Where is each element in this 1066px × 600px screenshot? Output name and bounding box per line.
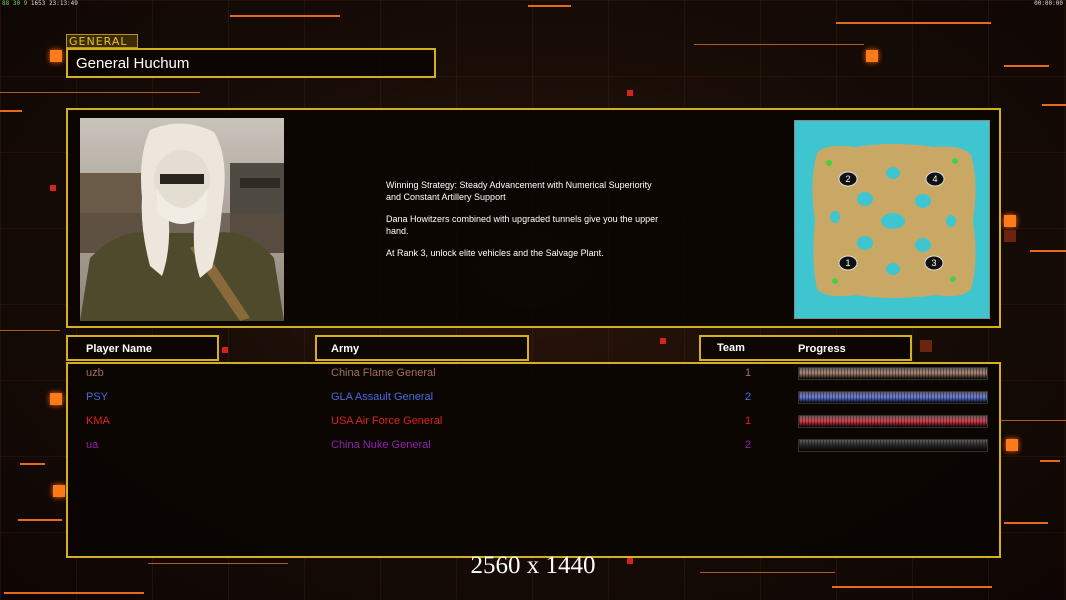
deco-square [660, 338, 666, 344]
team-header-label: Team [717, 342, 745, 354]
start-position-4[interactable]: 4 [925, 171, 945, 187]
player-army: China Flame General [331, 367, 436, 379]
start-position-2[interactable]: 2 [838, 171, 858, 187]
deco-square [50, 50, 62, 62]
strategy-line-2: Dana Howitzers combined with upgraded tu… [386, 214, 659, 236]
general-name-box: General Huchum [66, 48, 436, 78]
deco-square [1004, 215, 1016, 227]
player-team: 2 [745, 391, 752, 403]
player-row[interactable]: PSY GLA Assault General 2 [0, 388, 1066, 408]
game-clock: 00:00:00 [1034, 0, 1063, 7]
deco-line [694, 44, 864, 45]
general-portrait [80, 118, 284, 321]
deco-line [18, 519, 62, 521]
deco-line [836, 22, 991, 24]
player-row[interactable]: uzb China Flame General 1 [0, 364, 1066, 384]
fps-value: 88 30 9 [2, 0, 28, 7]
status-time: 23:13:49 [49, 0, 78, 7]
resolution-label: 2560 x 1440 [470, 552, 596, 579]
player-name: uzb [86, 367, 104, 379]
player-name: ua [86, 439, 99, 451]
map-image: 2 4 1 3 [795, 121, 989, 318]
strategy-line-3: At Rank 3, unlock elite vehicles and the… [386, 248, 604, 258]
deco-line [0, 92, 200, 93]
player-row[interactable]: ua China Nuke General 2 [0, 436, 1066, 456]
deco-line [832, 586, 992, 588]
deco-line [230, 15, 340, 17]
deco-line [0, 330, 60, 331]
deco-line [1042, 104, 1066, 106]
player-team: 2 [745, 439, 752, 451]
army-header: Army [315, 335, 529, 361]
player-army: USA Air Force General [331, 415, 443, 427]
deco-line [1040, 460, 1060, 462]
general-name: General Huchum [76, 55, 190, 72]
deco-square [627, 90, 633, 96]
progress-bar [798, 439, 988, 452]
fps-extra: 1653 [30, 0, 46, 7]
deco-line [1004, 65, 1049, 67]
army-header-label: Army [331, 343, 360, 355]
fps-overlay: 88 30 9 1653 23:13:49 [2, 0, 78, 7]
start-position-3[interactable]: 3 [924, 255, 944, 271]
player-name: KMA [86, 415, 110, 427]
portrait-image [80, 118, 284, 321]
deco-line [4, 592, 144, 594]
deco-line [20, 463, 45, 465]
map-preview: 2 4 1 3 [794, 120, 990, 319]
deco-square [1004, 230, 1016, 242]
deco-square [222, 347, 228, 353]
progress-header-label: Progress [798, 343, 846, 355]
start-label-2: 2 [845, 174, 850, 184]
player-name-header-label: Player Name [86, 343, 153, 355]
start-label-3: 3 [931, 258, 936, 268]
deco-square [50, 185, 56, 191]
strategy-text: Winning Strategy: Steady Advancement wit… [386, 180, 716, 271]
player-team: 1 [745, 415, 752, 427]
player-army: China Nuke General [331, 439, 431, 451]
start-position-1[interactable]: 1 [838, 255, 858, 271]
player-name: PSY [86, 391, 109, 403]
deco-line [0, 110, 22, 112]
progress-bar [798, 415, 988, 428]
deco-line [528, 5, 571, 7]
deco-square [53, 485, 65, 497]
deco-line [1030, 250, 1066, 252]
deco-square [920, 340, 932, 352]
deco-line [1004, 522, 1048, 524]
player-name-header: Player Name [66, 335, 219, 361]
strategy-line-1: Winning Strategy: Steady Advancement wit… [386, 180, 652, 202]
progress-bar [798, 391, 988, 404]
start-label-1: 1 [845, 258, 850, 268]
general-label: GENERAL [66, 34, 138, 48]
deco-square [866, 50, 878, 62]
player-team: 1 [745, 367, 752, 379]
team-progress-header: Team Progress [699, 335, 912, 361]
player-army: GLA Assault General [331, 391, 434, 403]
player-row[interactable]: KMA USA Air Force General 1 [0, 412, 1066, 432]
start-label-4: 4 [932, 174, 937, 184]
progress-bar [798, 367, 988, 380]
